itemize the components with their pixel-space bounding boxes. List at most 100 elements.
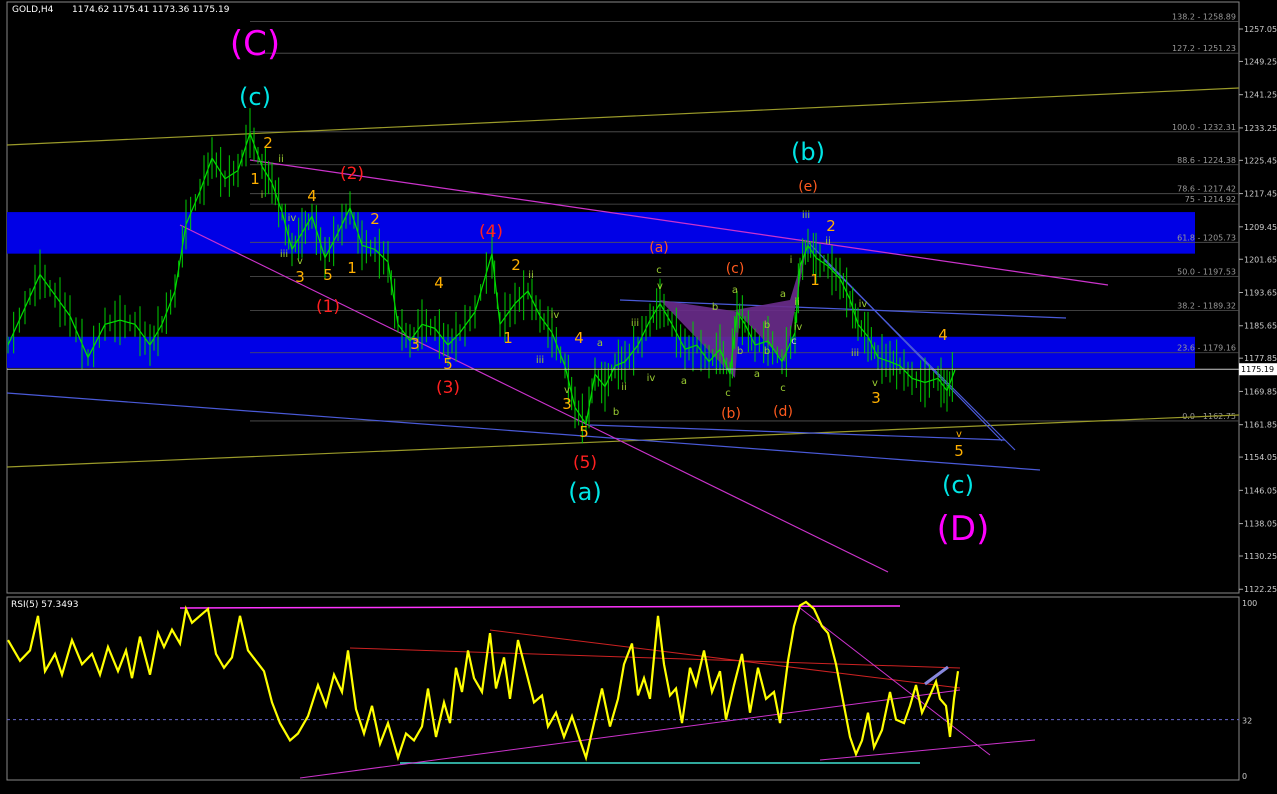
wave-label-16: 2 <box>263 134 273 152</box>
wave-label-29: 3 <box>562 395 572 413</box>
wave-label-44: v <box>564 385 570 396</box>
price-tick-label-11: 1169.85 <box>1244 387 1277 396</box>
wave-label-35: 5 <box>954 442 964 460</box>
wave-label-28: 4 <box>574 329 584 347</box>
wave-label-2: (b) <box>791 138 825 166</box>
wave-label-40: v <box>297 256 303 267</box>
wave-label-18: 4 <box>307 187 317 205</box>
wave-label-63: iii <box>802 210 810 221</box>
wave-label-13: (c) <box>726 261 745 277</box>
price-tick-label-7: 1201.65 <box>1244 255 1277 264</box>
fib-label-1: 127.2 - 1251.23 <box>1172 44 1236 53</box>
wave-label-34: 3 <box>871 389 881 407</box>
fib-label-4: 78.6 - 1217.42 <box>1177 185 1236 194</box>
wave-label-10: (5) <box>573 453 597 473</box>
wave-label-0: (C) <box>230 24 280 64</box>
wave-label-60: a <box>780 289 786 300</box>
price-tick-label-1: 1249.25 <box>1244 57 1277 66</box>
wave-label-32: 1 <box>810 271 820 289</box>
fib-label-3: 88.6 - 1224.38 <box>1177 156 1236 165</box>
wave-label-47: ii <box>621 382 627 393</box>
wave-label-41: ii <box>528 270 534 281</box>
current-price-label: 1175.19 <box>1241 365 1274 374</box>
wave-label-66: iv <box>794 322 803 333</box>
fib-label-7: 50.0 - 1197.53 <box>1177 267 1236 276</box>
wave-label-24: 3 <box>410 335 420 353</box>
wave-label-1: (c) <box>239 83 271 111</box>
wave-label-62: c <box>791 336 797 347</box>
wave-label-4: (c) <box>942 471 974 499</box>
wave-label-36: ii <box>278 154 284 165</box>
wave-label-39: iii <box>280 249 288 260</box>
price-tick-label-9: 1185.65 <box>1244 322 1277 331</box>
wave-label-5: (D) <box>937 509 990 549</box>
price-tick-label-16: 1130.25 <box>1244 552 1277 561</box>
fib-label-8: 38.2 - 1189.32 <box>1177 301 1236 310</box>
chart-window: 138.2 - 1258.89 127.2 - 1251.23 100.0 - 12… <box>0 0 1277 790</box>
wave-label-61: b <box>764 346 770 357</box>
wave-label-59: c <box>780 383 786 394</box>
wave-label-15: (d) <box>773 404 793 420</box>
wave-label-9: (4) <box>479 222 503 242</box>
wave-label-23: 4 <box>434 274 444 292</box>
wave-label-69: iii <box>851 348 859 359</box>
ohlc-readout: 1174.62 1175.41 1173.36 1175.19 <box>72 5 230 15</box>
wave-label-58: a <box>754 369 760 380</box>
wave-label-53: b <box>712 302 718 313</box>
wave-label-57: b <box>764 320 770 331</box>
wave-label-49: iv <box>647 373 656 384</box>
price-tick-label-6: 1209.45 <box>1244 223 1277 232</box>
rsi-title: RSI(5) 57.3493 <box>11 600 78 610</box>
wave-label-37: i <box>261 190 264 201</box>
price-tick-label-2: 1241.25 <box>1244 91 1277 100</box>
wave-label-43: iii <box>536 355 544 366</box>
chart-canvas[interactable]: 138.2 - 1258.89 127.2 - 1251.23 100.0 - 12… <box>0 0 1277 790</box>
price-tick-label-8: 1193.65 <box>1244 289 1277 298</box>
symbol-title: GOLD,H4 <box>12 5 54 15</box>
wave-label-46: b <box>613 407 619 418</box>
price-tick-label-0: 1257.05 <box>1244 25 1277 34</box>
price-tick-label-3: 1233.25 <box>1244 124 1277 133</box>
price-tick-label-15: 1138.05 <box>1244 520 1277 529</box>
wave-label-21: 2 <box>370 210 380 228</box>
price-tick-label-5: 1217.45 <box>1244 190 1277 199</box>
wave-label-38: iv <box>288 213 297 224</box>
wave-label-71: v <box>956 429 962 440</box>
wave-label-42: iv <box>551 310 560 321</box>
wave-label-14: (b) <box>721 406 741 422</box>
wave-label-3: (a) <box>568 478 601 506</box>
wave-label-20: 5 <box>323 266 333 284</box>
fib-label-6: 61.8 - 1205.73 <box>1177 233 1236 242</box>
wave-label-55: a <box>732 285 738 296</box>
fib-label-5: 75 - 1214.92 <box>1185 195 1236 204</box>
rsi-tick-label-2: 0 <box>1242 772 1247 781</box>
wave-label-6: (1) <box>316 297 340 317</box>
fib-label-2: 100.0 - 1232.31 <box>1172 123 1236 132</box>
wave-label-56: b <box>737 346 743 357</box>
wave-label-27: 1 <box>503 329 513 347</box>
wave-label-26: 2 <box>511 256 521 274</box>
price-tick-label-17: 1122.25 <box>1244 585 1277 594</box>
price-tick-label-14: 1146.05 <box>1244 486 1277 495</box>
wave-label-22: 1 <box>347 259 357 277</box>
wave-label-12: (a) <box>649 240 669 256</box>
wave-label-11: (e) <box>798 179 818 195</box>
wave-label-70: v <box>872 378 878 389</box>
price-tick-label-13: 1154.05 <box>1244 453 1277 462</box>
wave-label-30: 5 <box>579 423 589 441</box>
wave-label-8: (3) <box>436 378 460 398</box>
wave-label-17: 1 <box>250 170 260 188</box>
wave-label-7: (2) <box>340 164 364 184</box>
wave-label-31: 2 <box>826 217 836 235</box>
wave-label-33: 4 <box>938 326 948 344</box>
wave-label-50: c <box>656 265 662 276</box>
price-tick-label-12: 1161.85 <box>1244 421 1277 430</box>
wave-label-65: ii <box>794 297 800 308</box>
fib-label-9: 23.6 - 1179.16 <box>1177 344 1236 353</box>
wave-label-51: v <box>657 281 663 292</box>
rsi-tick-label-0: 100 <box>1242 599 1257 608</box>
wave-label-25: 5 <box>443 355 453 373</box>
wave-label-19: 3 <box>295 268 305 286</box>
rsi-tick-label-1: 32 <box>1242 717 1252 726</box>
wave-label-52: a <box>681 376 687 387</box>
